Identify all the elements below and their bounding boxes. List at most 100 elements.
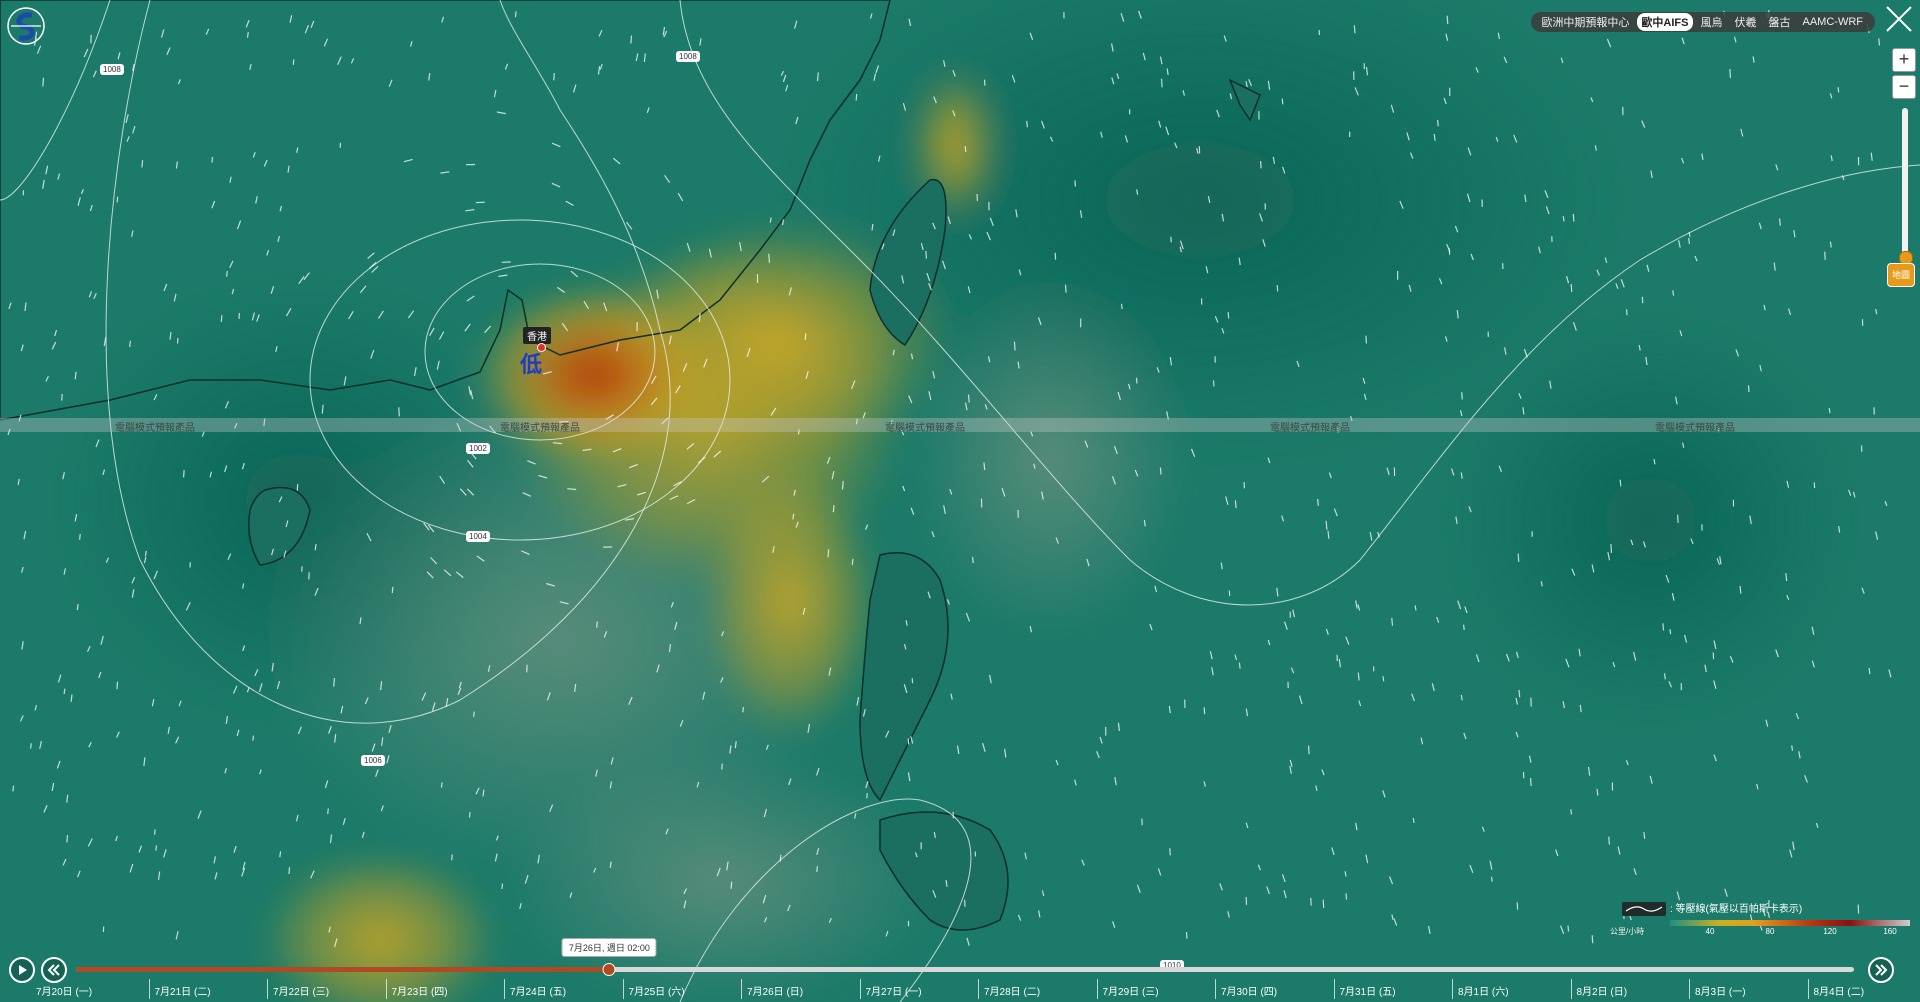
date-label[interactable]: 7月31日 (五) — [1340, 983, 1396, 998]
wind-streak — [1064, 284, 1067, 293]
date-label[interactable]: 8月4日 (二) — [1814, 983, 1865, 998]
date-label[interactable]: 7月27日 (一) — [866, 983, 922, 998]
wind-streak — [816, 72, 819, 82]
wind-streak — [1234, 500, 1237, 509]
wind-streak — [1572, 213, 1575, 222]
isobar-label: 1002 — [466, 443, 490, 454]
logo-icon[interactable] — [6, 6, 46, 46]
date-label[interactable]: 7月29日 (三) — [1103, 983, 1159, 998]
date-separator — [1807, 979, 1809, 999]
model-fuxi[interactable]: 伏羲 — [1731, 13, 1761, 31]
wind-streak — [1160, 78, 1163, 88]
timeline-bar: 7月20日 (一) 7月21日 (二) 7月22日 (三) 7月23日 (四) 7月24… — [0, 955, 1920, 1002]
wind-streak — [398, 407, 400, 417]
wind-streak — [925, 250, 927, 259]
model-ecmwf-aifs[interactable]: 歐中AIFS — [1637, 13, 1693, 31]
timeline-dates: 7月20日 (一) 7月21日 (二) 7月22日 (三) 7月23日 (四) 7月24… — [0, 979, 1920, 999]
watermark-text: 電腦模式預報產品 — [885, 423, 965, 434]
model-pangu[interactable]: 盤古 — [1765, 13, 1795, 31]
wind-streak — [1238, 662, 1241, 669]
wind-streak — [501, 883, 504, 889]
wind-streak — [1463, 624, 1465, 631]
date-label[interactable]: 7月28日 (二) — [984, 983, 1040, 998]
zoom-in-button[interactable]: + — [1892, 48, 1916, 72]
wind-streak — [1518, 689, 1521, 698]
location-label-hong-kong[interactable]: 香港 — [523, 327, 551, 344]
legend-tick: 120 — [1823, 927, 1837, 936]
wind-streak — [1013, 341, 1016, 351]
wind-streak — [440, 782, 443, 788]
wind-streak — [1203, 707, 1206, 715]
wind-streak — [1608, 836, 1610, 845]
date-label[interactable]: 8月1日 (六) — [1458, 983, 1509, 998]
date-label[interactable]: 7月30日 (四) — [1221, 983, 1277, 998]
date-label[interactable]: 7月23日 (四) — [392, 983, 448, 998]
wind-streak — [1677, 514, 1679, 523]
date-separator — [859, 979, 861, 999]
wind-streak — [473, 711, 475, 717]
close-icon[interactable] — [1882, 2, 1916, 36]
wind-streak — [1281, 98, 1284, 105]
wind-streak — [804, 333, 807, 341]
date-label[interactable]: 8月3日 (一) — [1695, 983, 1746, 998]
wind-streak — [1729, 68, 1731, 78]
model-ecmwf[interactable]: 歐洲中期預報中心 — [1537, 13, 1633, 31]
date-label[interactable]: 7月20日 (一) — [36, 983, 92, 998]
wind-streak — [1260, 161, 1262, 169]
timeline-handle[interactable] — [602, 963, 616, 976]
wind-streak — [61, 393, 63, 401]
opacity-slider[interactable] — [1899, 108, 1913, 265]
wind-streak — [1143, 519, 1146, 527]
wind-streak — [288, 867, 291, 875]
date-label[interactable]: 7月22日 (三) — [273, 983, 329, 998]
date-separator — [504, 979, 505, 999]
wind-streak — [1591, 935, 1594, 944]
date-separator — [741, 979, 742, 999]
wind-streak — [1688, 237, 1690, 244]
wind-streak — [1460, 694, 1463, 701]
wind-streak — [1308, 745, 1310, 755]
wind-streak — [211, 156, 214, 163]
wind-streak — [1322, 899, 1325, 908]
wind-streak — [1490, 876, 1493, 882]
wind-streak — [1791, 745, 1794, 751]
wind-streak — [169, 332, 172, 340]
model-aamc-wrf[interactable]: AAMC-WRF — [1799, 15, 1868, 29]
wind-streak — [66, 834, 69, 843]
weather-map[interactable] — [0, 0, 1920, 1002]
model-fengwu[interactable]: 風烏 — [1697, 13, 1727, 31]
wind-streak — [553, 72, 555, 81]
wind-streak — [1437, 119, 1439, 127]
date-label[interactable]: 8月2日 (日) — [1577, 983, 1628, 998]
wind-streak — [116, 196, 119, 203]
wind-streak — [1365, 335, 1367, 344]
wind-streak — [792, 513, 795, 520]
zoom-out-button[interactable]: − — [1892, 75, 1916, 99]
wind-streak — [827, 549, 830, 558]
date-label[interactable]: 7月25日 (六) — [629, 983, 685, 998]
date-separator — [978, 979, 979, 999]
wind-streak — [1317, 498, 1319, 506]
wind-streak — [1824, 251, 1826, 260]
wind-streak — [12, 785, 15, 792]
timeline-progress — [76, 967, 610, 972]
wind-streak — [468, 811, 471, 818]
map-layer-button[interactable]: 地圖 — [1887, 263, 1915, 287]
wind-streak — [1747, 385, 1750, 393]
wind-streak — [1353, 25, 1356, 34]
wind-streak — [1382, 676, 1385, 682]
wind-streak — [1276, 285, 1279, 292]
wind-streak — [141, 160, 144, 168]
wind-streak — [1828, 407, 1831, 414]
wind-streak — [1596, 788, 1599, 796]
wind-streak — [1610, 543, 1613, 553]
date-separator — [1096, 979, 1098, 999]
timeline-track[interactable] — [76, 963, 1854, 976]
wind-streak — [742, 707, 744, 713]
wind-streak — [816, 866, 818, 872]
date-label[interactable]: 7月24日 (五) — [510, 983, 566, 998]
wind-streak — [1779, 218, 1781, 226]
date-label[interactable]: 7月26日 (日) — [747, 983, 803, 998]
date-label[interactable]: 7月21日 (二) — [155, 983, 211, 998]
wind-streak — [1662, 623, 1665, 631]
